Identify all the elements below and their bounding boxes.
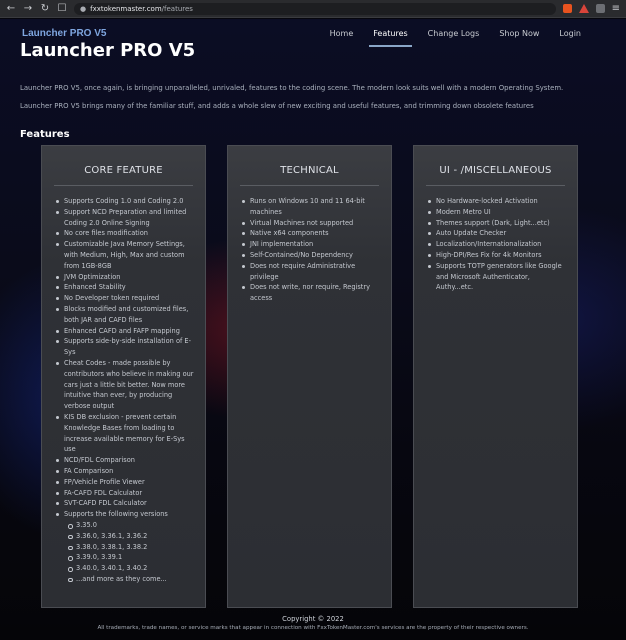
divider — [54, 185, 193, 186]
list-item: Supports side-by-side installation of E-… — [54, 336, 195, 358]
url-host: fxxtokenmaster.com — [90, 4, 162, 13]
nav-login[interactable]: Login — [549, 28, 591, 40]
brave-shield-icon[interactable] — [562, 4, 572, 13]
list-item: Modern Metro UI — [426, 207, 567, 218]
version-list: 3.35.0 3.36.0, 3.36.1, 3.36.2 3.38.0, 3.… — [66, 520, 195, 585]
nav-shop-now[interactable]: Shop Now — [489, 28, 549, 40]
list-item: No Hardware-locked Activation — [426, 196, 567, 207]
url-path: /features — [161, 4, 193, 13]
list-item: Enhanced Stability — [54, 282, 195, 293]
card-title: UI - /MISCELLANEOUS — [439, 165, 552, 176]
list-item: No Developer token required — [54, 293, 195, 304]
version-item: 3.39.0, 3.39.1 — [66, 552, 195, 563]
features-heading: Features — [20, 129, 70, 140]
list-item: Customizable Java Memory Settings, with … — [54, 239, 195, 271]
bookmark-icon[interactable]: ☐ — [57, 0, 67, 18]
list-item: FP/Vehicle Profile Viewer — [54, 477, 195, 488]
browser-toolbar: ← → ↻ ☐ ● fxxtokenmaster.com/features ≡ — [0, 0, 626, 18]
version-item: 3.38.0, 3.38.1, 3.38.2 — [66, 542, 195, 553]
card-core-feature: CORE FEATURE Supports Coding 1.0 and Cod… — [41, 145, 206, 608]
feature-list: Supports Coding 1.0 and Coding 2.0 Suppo… — [54, 196, 195, 520]
list-item: Does not require Administrative privileg… — [240, 261, 381, 283]
page-title: Launcher PRO V5 — [20, 40, 196, 61]
site-footer: Copyright © 2022 All trademarks, trade n… — [0, 615, 626, 633]
version-item: 3.40.0, 3.40.1, 3.40.2 — [66, 563, 195, 574]
forward-icon[interactable]: → — [23, 0, 33, 18]
lock-icon: ● — [80, 4, 87, 13]
card-ui-miscellaneous: UI - /MISCELLANEOUS No Hardware-locked A… — [413, 145, 578, 608]
feature-list: Runs on Windows 10 and 11 64-bit machine… — [240, 196, 381, 304]
list-item: High-DPI/Res Fix for 4k Monitors — [426, 250, 567, 261]
reload-icon[interactable]: ↻ — [40, 0, 50, 18]
rewards-icon[interactable] — [578, 4, 589, 13]
intro-paragraph-2: Launcher PRO V5 brings many of the famil… — [20, 102, 534, 110]
divider — [240, 185, 379, 186]
list-item: Runs on Windows 10 and 11 64-bit machine… — [240, 196, 381, 218]
version-item: 3.36.0, 3.36.1, 3.36.2 — [66, 531, 195, 542]
list-item: Does not write, nor require, Registry ac… — [240, 282, 381, 304]
nav-features[interactable]: Features — [363, 28, 417, 47]
list-item: Virtual Machines not supported — [240, 218, 381, 229]
nav-change-logs[interactable]: Change Logs — [418, 28, 490, 40]
back-icon[interactable]: ← — [6, 0, 16, 18]
list-item: JNI implementation — [240, 239, 381, 250]
copyright-text: Copyright © 2022 — [282, 615, 344, 623]
version-item: ...and more as they come... — [66, 574, 195, 585]
list-item: FA Comparison — [54, 466, 195, 477]
page: Launcher PRO V5 Home Features Change Log… — [0, 19, 626, 640]
list-item: KIS DB exclusion - prevent certain Knowl… — [54, 412, 195, 455]
brand-logo[interactable]: Launcher PRO V5 — [22, 28, 106, 39]
list-item: Localization/Internationalization — [426, 239, 567, 250]
list-item: Self-Contained/No Dependency — [240, 250, 381, 261]
list-item: JVM Optimization — [54, 272, 195, 283]
list-item: FA-CAFD FDL Calculator — [54, 488, 195, 499]
extensions-icon[interactable] — [595, 4, 605, 13]
list-item: Native x64 components — [240, 228, 381, 239]
list-item: Supports Coding 1.0 and Coding 2.0 — [54, 196, 195, 207]
list-item: Supports the following versions — [54, 509, 195, 520]
list-item: Blocks modified and customized files, bo… — [54, 304, 195, 326]
list-item: Auto Update Checker — [426, 228, 567, 239]
main-nav: Home Features Change Logs Shop Now Login — [320, 28, 591, 47]
intro-paragraph-1: Launcher PRO V5, once again, is bringing… — [20, 84, 564, 92]
card-title: TECHNICAL — [280, 165, 339, 176]
list-item: Support NCD Preparation and limited Codi… — [54, 207, 195, 229]
divider — [426, 185, 565, 186]
trademark-text: All trademarks, trade names, or service … — [97, 625, 529, 631]
card-technical: TECHNICAL Runs on Windows 10 and 11 64-b… — [227, 145, 392, 608]
list-item: NCD/FDL Comparison — [54, 455, 195, 466]
feature-list: No Hardware-locked Activation Modern Met… — [426, 196, 567, 293]
list-item: SVT-CAFD FDL Calculator — [54, 498, 195, 509]
menu-icon[interactable]: ≡ — [612, 3, 620, 14]
address-bar[interactable]: ● fxxtokenmaster.com/features — [74, 2, 556, 15]
list-item: Enhanced CAFD and FAFP mapping — [54, 326, 195, 337]
version-item: 3.35.0 — [66, 520, 195, 531]
list-item: Cheat Codes - made possible by contribut… — [54, 358, 195, 412]
nav-home[interactable]: Home — [320, 28, 364, 40]
list-item: Supports TOTP generators like Google and… — [426, 261, 567, 293]
list-item: No core files modification — [54, 228, 195, 239]
list-item: Themes support (Dark, Light...etc) — [426, 218, 567, 229]
card-title: CORE FEATURE — [84, 165, 163, 176]
